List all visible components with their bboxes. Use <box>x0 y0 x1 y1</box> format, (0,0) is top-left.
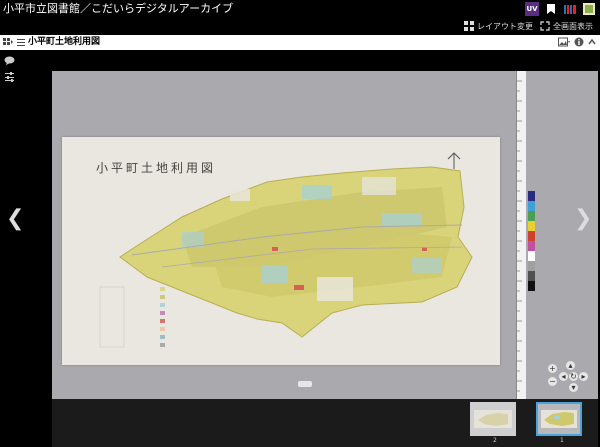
adjust-icon[interactable] <box>4 72 15 82</box>
next-page-arrow[interactable]: ❯ <box>574 205 592 233</box>
zoom-out-button[interactable]: − <box>548 377 557 386</box>
left-sidebar <box>0 50 18 447</box>
pan-up-button[interactable]: ▴ <box>566 361 575 370</box>
secondary-toolbar: レイアウト変更 全画面表示 <box>0 17 600 35</box>
iiif-icon[interactable] <box>563 2 577 16</box>
thumbnail-number-1: 1 <box>560 437 564 444</box>
header-icons: UV <box>525 1 596 16</box>
chevron-up-icon[interactable] <box>588 37 596 47</box>
menu-icon[interactable] <box>16 37 26 47</box>
thumbnails-view-icon[interactable] <box>3 37 13 47</box>
map-image <box>99 152 473 348</box>
thumbnail-strip: 2 1 <box>52 399 598 447</box>
uv-logo-icon[interactable]: UV <box>525 1 539 16</box>
layout-change-label: レイアウト変更 <box>477 21 533 31</box>
bookmark-icon[interactable] <box>544 2 558 16</box>
fullscreen-icon <box>540 21 550 31</box>
pan-down-button[interactable]: ▾ <box>569 383 578 392</box>
share-icon[interactable] <box>582 2 596 16</box>
thumbnail-number-2: 2 <box>493 437 497 444</box>
document-title: 小平町土地利用図 <box>28 37 101 47</box>
image-viewer[interactable]: 小平町土地利用図 <box>52 71 598 399</box>
color-calibration-bar <box>528 191 535 291</box>
pan-left-button[interactable]: ◂ <box>559 372 568 381</box>
pan-right-button[interactable]: ▸ <box>579 372 588 381</box>
app-title: 小平市立図書館／こだいらデジタルアーカイブ <box>3 2 234 15</box>
layout-change-button[interactable]: レイアウト変更 <box>464 19 533 33</box>
info-icon[interactable] <box>574 37 584 47</box>
thumbnail-page-2[interactable] <box>470 402 516 436</box>
header-bar: 小平市立図書館／こだいらデジタルアーカイブ UV <box>0 0 600 17</box>
zoom-in-button[interactable]: + <box>548 364 557 373</box>
map-sheet: 小平町土地利用図 <box>62 137 500 365</box>
thumbnail-page-1[interactable] <box>536 402 582 436</box>
measuring-ruler <box>516 71 526 399</box>
previous-page-arrow[interactable]: ❮ <box>6 205 24 233</box>
view-controls <box>3 37 26 47</box>
image-options-icon[interactable] <box>558 37 570 47</box>
document-title-bar: 小平町土地利用図 <box>0 35 600 50</box>
title-bar-tools <box>558 37 596 47</box>
page-indicator[interactable] <box>298 381 312 387</box>
fullscreen-label: 全画面表示 <box>553 21 593 31</box>
comment-icon[interactable] <box>4 56 15 66</box>
grid-icon <box>464 21 474 31</box>
rotate-button[interactable]: ↻ <box>569 372 578 381</box>
fullscreen-button[interactable]: 全画面表示 <box>540 19 593 33</box>
